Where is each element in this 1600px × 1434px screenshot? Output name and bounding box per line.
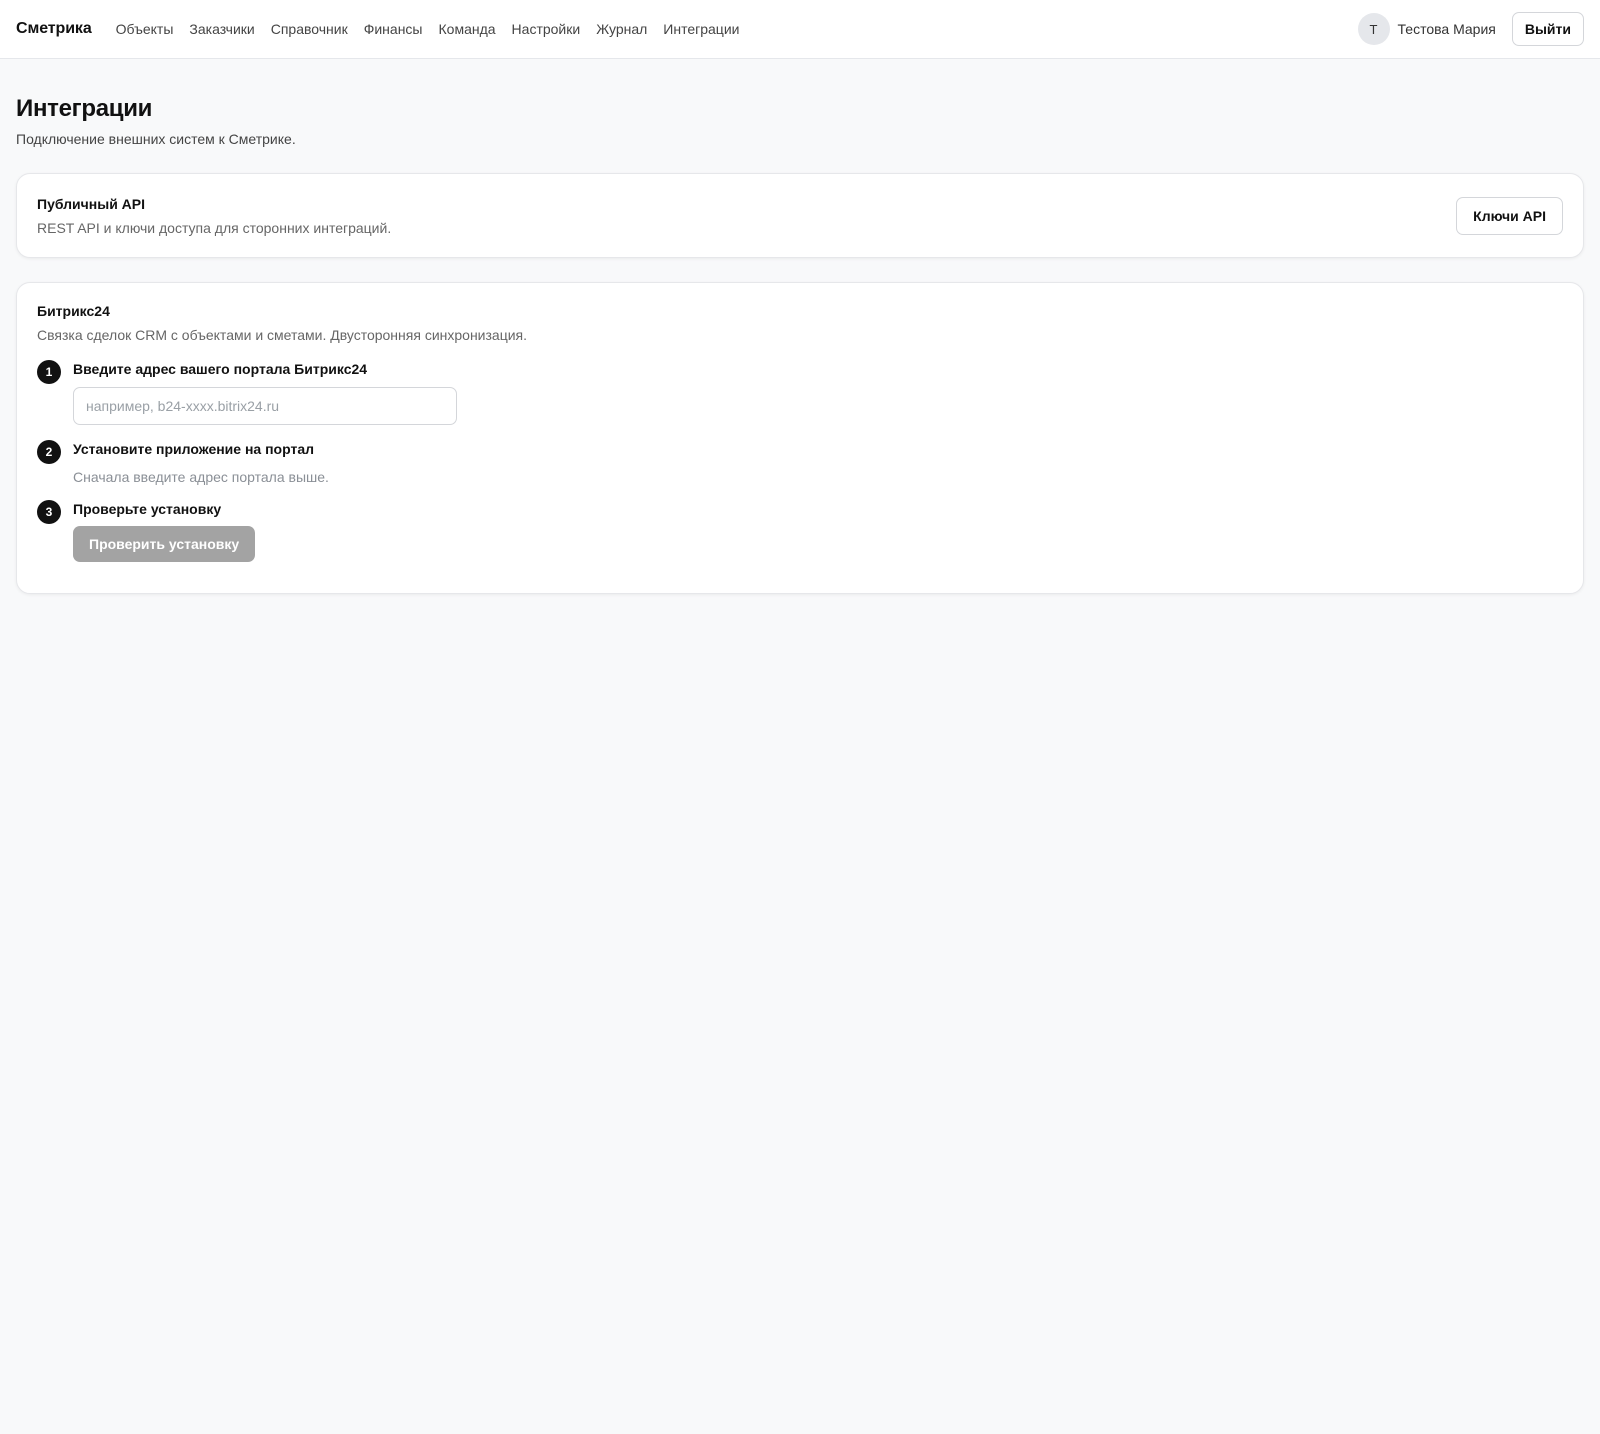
top-navbar: Сметрика Объекты Заказчики Справочник Фи… bbox=[0, 0, 1600, 59]
nav-item-reference[interactable]: Справочник bbox=[271, 21, 348, 37]
user-name: Тестова Мария bbox=[1397, 21, 1496, 37]
step-1: 1 Введите адрес вашего портала Битрикс24 bbox=[37, 360, 1563, 425]
bitrix24-description: Связка сделок CRM с объектами и сметами.… bbox=[37, 327, 528, 343]
public-api-description: REST API и ключи доступа для сторонних и… bbox=[37, 219, 392, 236]
bitrix24-card: Битрикс24 Связка сделок CRM с объектами … bbox=[16, 282, 1584, 594]
step-2-title: Установите приложение на портал bbox=[73, 441, 315, 457]
avatar: Т bbox=[1357, 13, 1390, 45]
main-content: Интеграции Подключение внешних систем к … bbox=[0, 59, 1600, 594]
nav-item-settings[interactable]: Настройки bbox=[512, 21, 581, 37]
nav-item-team[interactable]: Команда bbox=[439, 21, 496, 37]
page-title: Интеграции bbox=[16, 95, 153, 122]
step-2-hint: Сначала введите адрес портала выше. bbox=[73, 469, 329, 485]
nav-item-objects[interactable]: Объекты bbox=[116, 21, 174, 37]
nav-item-integrations[interactable]: Интеграции bbox=[663, 21, 739, 37]
main-nav: Объекты Заказчики Справочник Финансы Ком… bbox=[116, 21, 756, 37]
nav-item-finance[interactable]: Финансы bbox=[364, 21, 423, 37]
brand-logo[interactable]: Сметрика bbox=[16, 20, 92, 38]
setup-steps: 1 Введите адрес вашего портала Битрикс24… bbox=[37, 360, 1563, 562]
public-api-card: Публичный API REST API и ключи доступа д… bbox=[16, 173, 1584, 258]
step-2-body: Установите приложение на портал Сначала … bbox=[73, 441, 329, 485]
page-subtitle: Подключение внешних систем к Сметрике. bbox=[16, 131, 296, 147]
step-3-body: Проверьте установку Проверить установку bbox=[73, 501, 256, 562]
portal-address-input[interactable] bbox=[73, 387, 457, 425]
bitrix24-title: Битрикс24 bbox=[37, 303, 110, 319]
check-installation-button[interactable]: Проверить установку bbox=[73, 526, 256, 562]
api-keys-button[interactable]: Ключи API bbox=[1456, 196, 1563, 235]
step-number-badge: 3 bbox=[37, 500, 61, 524]
public-api-info: Публичный API REST API и ключи доступа д… bbox=[37, 196, 391, 236]
step-number-badge: 1 bbox=[37, 360, 61, 384]
step-1-title: Введите адрес вашего портала Битрикс24 bbox=[73, 361, 368, 377]
nav-item-journal[interactable]: Журнал bbox=[596, 21, 647, 37]
public-api-title: Публичный API bbox=[37, 195, 146, 212]
step-number-badge: 2 bbox=[37, 440, 61, 464]
step-1-body: Введите адрес вашего портала Битрикс24 bbox=[73, 361, 457, 425]
step-3-title: Проверьте установку bbox=[73, 501, 222, 517]
logout-button[interactable]: Выйти bbox=[1511, 12, 1584, 46]
step-2: 2 Установите приложение на портал Сначал… bbox=[37, 440, 1563, 485]
nav-item-customers[interactable]: Заказчики bbox=[189, 21, 254, 37]
user-menu[interactable]: Т Тестова Мария bbox=[1357, 13, 1496, 45]
step-3: 3 Проверьте установку Проверить установк… bbox=[37, 500, 1563, 562]
